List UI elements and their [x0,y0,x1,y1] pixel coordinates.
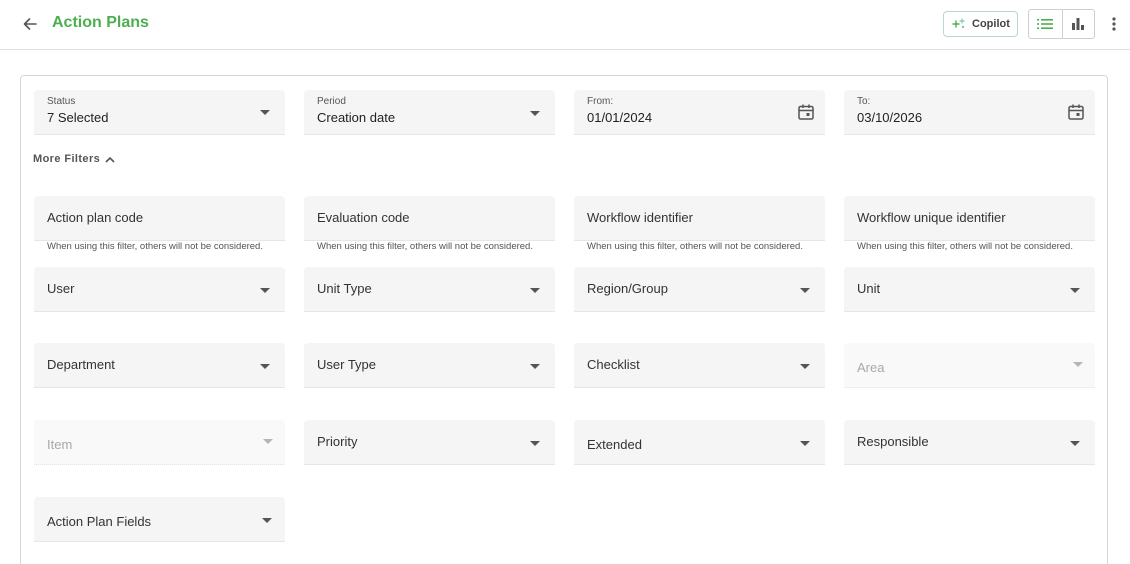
unit-type-select[interactable]: Unit Type [304,267,555,312]
chevron-down-icon [260,110,270,115]
more-options-button[interactable] [1104,12,1124,36]
evaluation-code-label: Evaluation code [317,210,410,225]
chevron-down-icon [260,364,270,369]
workflow-unique-identifier-hint: When using this filter, others will not … [857,241,1073,252]
chevron-down-icon [1070,441,1080,446]
view-toggle [1028,9,1095,39]
list-view-button[interactable] [1029,10,1062,38]
status-label: Status [47,96,76,107]
workflow-identifier-hint: When using this filter, others will not … [587,241,803,252]
to-value: 03/10/2026 [857,110,923,125]
action-plan-fields-select[interactable]: Action Plan Fields [34,497,285,542]
responsible-label: Responsible [857,434,929,449]
action-plan-code-label: Action plan code [47,210,144,225]
status-value: 7 Selected [47,110,109,125]
list-icon [1037,19,1054,29]
evaluation-code-hint: When using this filter, others will not … [317,241,533,252]
sparkle-icon [952,18,965,29]
chevron-down-icon [530,111,540,116]
chevron-down-icon [800,288,810,293]
to-label: To: [857,96,871,107]
user-type-select[interactable]: User Type [304,343,555,388]
period-select[interactable]: Period Creation date [304,90,555,135]
area-select: Area [844,343,1095,388]
unit-type-label: Unit Type [317,281,372,296]
workflow-unique-identifier-input[interactable]: Workflow unique identifier [844,196,1095,241]
item-label: Item [47,437,73,452]
to-date-field[interactable]: To: 03/10/2026 [844,90,1095,135]
status-select[interactable]: Status 7 Selected [34,90,285,135]
bar-chart-icon [1072,18,1085,30]
more-filters-label: More Filters [33,153,101,165]
department-label: Department [47,357,115,372]
chevron-up-icon [105,156,115,163]
extended-select[interactable]: Extended [574,420,825,465]
region-group-label: Region/Group [587,281,668,296]
priority-select[interactable]: Priority [304,420,555,465]
calendar-icon[interactable] [1067,103,1085,121]
chevron-down-icon [260,288,270,293]
responsible-select[interactable]: Responsible [844,420,1095,465]
chart-view-button[interactable] [1061,10,1095,38]
action-plan-fields-label: Action Plan Fields [47,514,152,529]
from-date-field[interactable]: From: 01/01/2024 [574,90,825,135]
chevron-down-icon [530,364,540,369]
from-label: From: [587,96,614,107]
period-label: Period [317,96,346,107]
checklist-label: Checklist [587,357,640,372]
priority-label: Priority [317,434,358,449]
region-group-select[interactable]: Region/Group [574,267,825,312]
chevron-down-icon [262,518,272,523]
action-plan-code-input[interactable]: Action plan code [34,196,285,241]
unit-label: Unit [857,281,881,296]
chevron-down-icon [530,441,540,446]
item-select: Item [34,420,285,465]
action-plan-code-hint: When using this filter, others will not … [47,241,263,252]
workflow-unique-identifier-label: Workflow unique identifier [857,210,1006,225]
chevron-down-icon [1073,362,1083,367]
copilot-button[interactable]: Copilot [943,11,1018,37]
more-filters-toggle[interactable]: More Filters [33,153,115,165]
from-value: 01/01/2024 [587,110,653,125]
chevron-down-icon [530,288,540,293]
unit-select[interactable]: Unit [844,267,1095,312]
user-type-label: User Type [317,357,377,372]
evaluation-code-input[interactable]: Evaluation code [304,196,555,241]
calendar-icon[interactable] [797,103,815,121]
workflow-identifier-label: Workflow identifier [587,210,693,225]
workflow-identifier-input[interactable]: Workflow identifier [574,196,825,241]
chevron-down-icon [800,364,810,369]
back-button[interactable] [18,12,42,36]
arrow-left-icon [23,18,37,30]
chevron-down-icon [1070,288,1080,293]
checklist-select[interactable]: Checklist [574,343,825,388]
user-label: User [47,281,75,296]
chevron-down-icon [263,439,273,444]
filters-card [20,75,1108,564]
department-select[interactable]: Department [34,343,285,388]
page-title: Action Plans [52,14,149,31]
extended-label: Extended [587,437,642,452]
more-vertical-icon [1112,17,1116,31]
chevron-down-icon [800,441,810,446]
copilot-label: Copilot [972,18,1010,30]
page-header: Action Plans Copilot [0,0,1130,50]
user-select[interactable]: User [34,267,285,312]
area-label: Area [857,360,885,375]
period-value: Creation date [317,110,396,125]
